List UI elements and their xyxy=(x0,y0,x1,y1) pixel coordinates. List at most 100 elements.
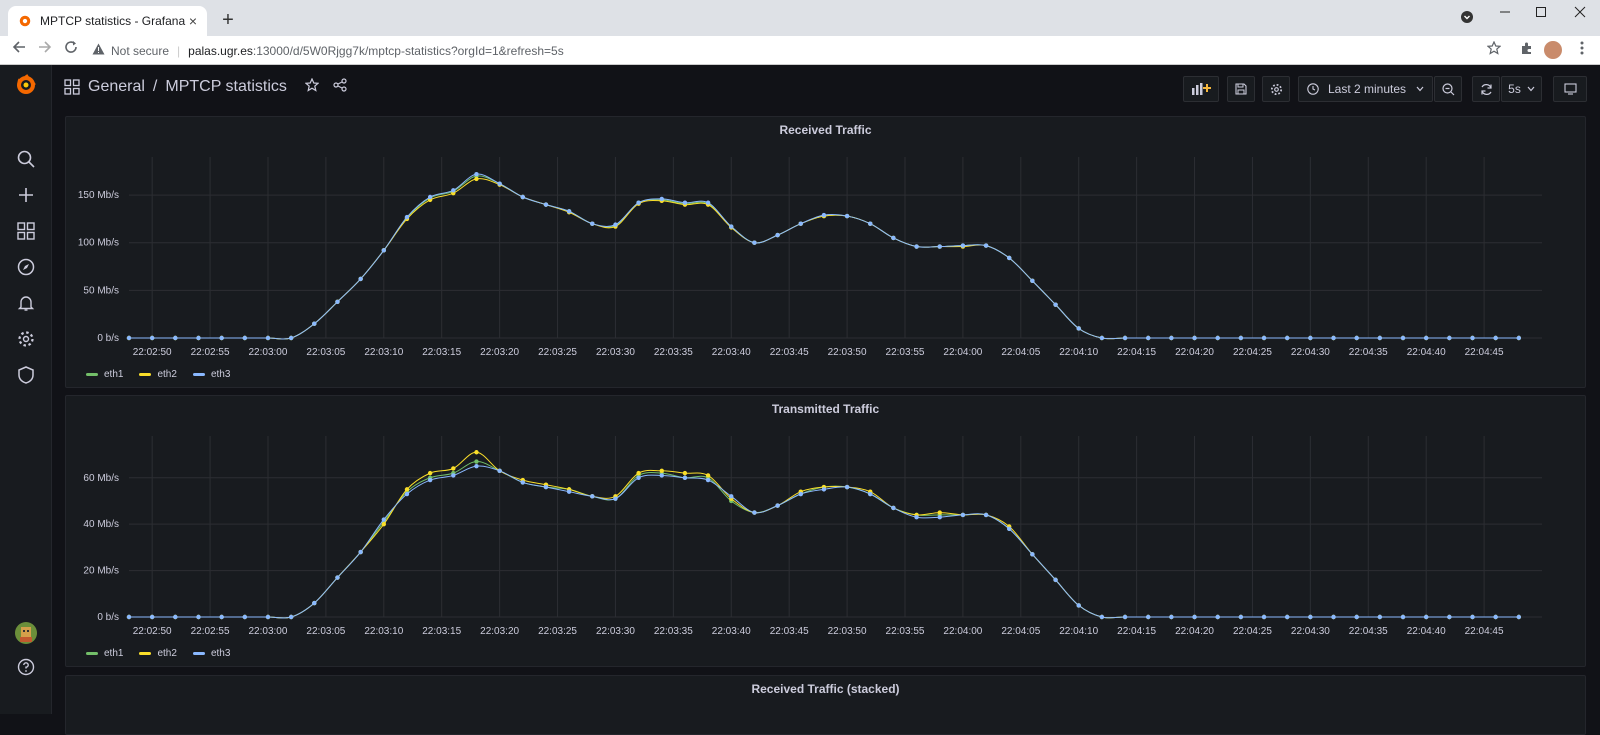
point-eth3 xyxy=(1516,614,1522,620)
configuration-gear-icon[interactable] xyxy=(16,329,36,349)
warning-icon xyxy=(92,43,105,58)
received-traffic-stacked-panel[interactable]: Received Traffic (stacked) xyxy=(65,675,1586,735)
browser-menu-icon[interactable] xyxy=(1572,41,1592,58)
point-eth3 xyxy=(1076,603,1081,608)
dashboard-settings-icon[interactable] xyxy=(1262,76,1290,102)
zoom-out-icon[interactable] xyxy=(1434,76,1462,102)
profile-avatar[interactable] xyxy=(1544,41,1562,59)
point-eth3 xyxy=(1099,335,1105,341)
star-icon[interactable] xyxy=(304,77,320,96)
tv-mode-icon[interactable] xyxy=(1553,76,1587,102)
point-eth3 xyxy=(288,335,294,341)
x-tick-label: 22:04:10 xyxy=(1059,347,1098,358)
maximize-icon[interactable] xyxy=(1526,4,1556,24)
share-icon[interactable] xyxy=(333,78,347,96)
point-eth3 xyxy=(1053,577,1058,583)
save-dashboard-icon[interactable] xyxy=(1227,76,1255,102)
create-plus-icon[interactable] xyxy=(16,185,36,205)
new-tab-icon[interactable]: + xyxy=(216,8,240,32)
add-panel-icon[interactable] xyxy=(1183,76,1219,102)
received-traffic-panel[interactable]: Received Traffic 0 b/s 50 Mb/s 100 Mb/s 150… xyxy=(65,116,1586,388)
y-tick-label: 0 b/s xyxy=(97,333,119,344)
point-eth2 xyxy=(682,470,688,476)
back-icon[interactable] xyxy=(8,40,30,60)
point-eth3 xyxy=(427,477,433,483)
x-tick-label: 22:03:40 xyxy=(712,347,751,358)
user-avatar[interactable] xyxy=(14,621,38,645)
dashboard-title[interactable]: MPTCP statistics xyxy=(165,78,287,96)
point-eth3 xyxy=(775,503,780,508)
chevron-down-icon xyxy=(1527,86,1535,92)
point-eth3 xyxy=(705,200,711,205)
x-tick-label: 22:04:30 xyxy=(1291,626,1330,637)
x-tick-label: 22:03:35 xyxy=(654,347,693,358)
bookmark-star-icon[interactable] xyxy=(1484,40,1504,58)
explore-compass-icon[interactable] xyxy=(16,257,36,277)
url-field[interactable]: Not secure | palas.ugr.es :13000/d/5W0Rj… xyxy=(92,39,1492,62)
time-range-picker[interactable]: Last 2 minutes xyxy=(1298,76,1433,102)
point-eth3 xyxy=(1192,335,1197,341)
help-icon[interactable] xyxy=(16,657,36,677)
forward-icon[interactable] xyxy=(34,40,56,60)
dashboards-grid-icon xyxy=(64,79,80,95)
point-eth3 xyxy=(1377,614,1383,620)
legend-item-eth2[interactable]: eth2 xyxy=(139,648,177,659)
server-admin-shield-icon[interactable] xyxy=(16,365,36,385)
legend-item-eth3[interactable]: eth3 xyxy=(192,648,230,659)
point-eth3 xyxy=(659,196,664,202)
point-eth3 xyxy=(196,335,201,341)
extensions-icon[interactable] xyxy=(1517,41,1537,58)
legend-item-eth3[interactable]: eth3 xyxy=(192,369,230,380)
x-tick-label: 22:03:55 xyxy=(886,347,925,358)
point-eth3 xyxy=(149,335,155,341)
point-eth3 xyxy=(1516,335,1522,341)
breadcrumb-folder[interactable]: General xyxy=(88,78,145,96)
x-tick-label: 22:03:00 xyxy=(249,347,288,358)
point-eth3 xyxy=(983,243,989,248)
search-icon[interactable] xyxy=(16,149,36,169)
point-eth2 xyxy=(659,468,664,474)
x-tick-label: 22:02:55 xyxy=(191,626,230,637)
transmitted-traffic-panel[interactable]: Transmitted Traffic 0 b/s 20 Mb/s 40 Mb/s 6… xyxy=(65,395,1586,667)
point-eth3 xyxy=(1261,614,1267,620)
point-eth2 xyxy=(427,470,433,476)
legend-item-eth2[interactable]: eth2 xyxy=(139,369,177,380)
alerting-bell-icon[interactable] xyxy=(16,293,36,313)
x-tick-label: 22:03:10 xyxy=(364,347,403,358)
tab-search-icon[interactable] xyxy=(1452,10,1482,30)
reload-icon[interactable] xyxy=(60,40,82,60)
point-eth3 xyxy=(1215,614,1220,620)
address-bar: Not secure | palas.ugr.es :13000/d/5W0Rj… xyxy=(0,36,1600,65)
grafana-logo-icon[interactable] xyxy=(14,73,38,97)
refresh-icon[interactable] xyxy=(1472,76,1500,102)
point-eth3 xyxy=(173,614,178,620)
point-eth3 xyxy=(891,235,896,241)
point-eth3 xyxy=(1400,335,1406,341)
point-eth3 xyxy=(705,477,711,483)
refresh-interval-label: 5s xyxy=(1508,82,1521,96)
close-window-icon[interactable] xyxy=(1565,4,1595,24)
x-tick-label: 22:03:45 xyxy=(770,626,809,637)
point-eth3 xyxy=(312,600,317,606)
point-eth3 xyxy=(404,214,410,220)
x-tick-label: 22:03:25 xyxy=(538,626,577,637)
clock-icon xyxy=(1307,83,1319,95)
legend: eth1 eth2 eth3 xyxy=(86,648,230,659)
point-eth3 xyxy=(636,475,641,480)
point-eth3 xyxy=(1493,335,1498,341)
point-eth3 xyxy=(566,489,572,494)
browser-tab[interactable]: MPTCP statistics - Grafana × xyxy=(8,6,207,36)
legend-item-eth1[interactable]: eth1 xyxy=(86,369,123,380)
point-eth3 xyxy=(983,512,989,518)
legend-item-eth1[interactable]: eth1 xyxy=(86,648,123,659)
dashboards-icon[interactable] xyxy=(16,221,36,241)
refresh-interval-picker[interactable]: 5s xyxy=(1501,76,1542,102)
point-eth3 xyxy=(1146,614,1151,620)
tab-close-icon[interactable]: × xyxy=(189,13,197,29)
y-tick-label: 60 Mb/s xyxy=(83,473,119,484)
point-eth3 xyxy=(1007,255,1012,261)
x-tick-label: 22:03:05 xyxy=(306,626,345,637)
x-tick-label: 22:03:20 xyxy=(480,626,519,637)
y-tick-label: 20 Mb/s xyxy=(83,566,119,577)
minimize-icon[interactable] xyxy=(1490,4,1520,24)
